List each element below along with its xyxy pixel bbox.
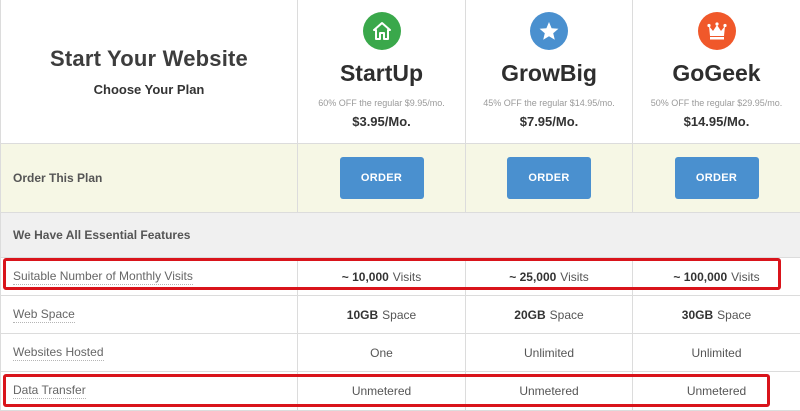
page-title: Start Your Website: [50, 46, 248, 71]
feature-value: 10GB Space: [298, 296, 466, 334]
plan-name: GrowBig: [501, 60, 597, 86]
feature-value: Unmetered: [466, 372, 633, 411]
plan-name: GoGeek: [672, 60, 761, 86]
plan-name: StartUp: [339, 60, 424, 86]
order-cell-gogeek: ORDER: [633, 144, 800, 213]
home-icon: [362, 12, 401, 50]
star-icon: [530, 12, 568, 50]
plan-discount-note: 50% OFF the regular $29.95/mo.: [650, 98, 783, 108]
plan-startup: StartUp 60% OFF the regular $9.95/mo. $3…: [298, 0, 466, 144]
plan-price: $3.95/Mo.: [352, 114, 411, 129]
plan-gogeek: GoGeek 50% OFF the regular $29.95/mo. $1…: [633, 0, 800, 144]
order-gogeek-button[interactable]: ORDER: [674, 157, 759, 199]
order-row-label: Order This Plan: [1, 144, 298, 213]
pricing-table: Start Your Website Choose Your Plan Star…: [0, 0, 800, 411]
feature-value: ~ 25,000 Visits: [466, 258, 633, 296]
plan-growbig: GrowBig 45% OFF the regular $14.95/mo. $…: [466, 0, 633, 144]
feature-value: 30GB Space: [633, 296, 800, 334]
order-growbig-button[interactable]: ORDER: [507, 157, 591, 199]
feature-value: Unmetered: [298, 372, 466, 411]
feature-value: ~ 100,000 Visits: [633, 258, 800, 296]
order-cell-growbig: ORDER: [466, 144, 633, 213]
order-cell-startup: ORDER: [298, 144, 466, 213]
order-startup-button[interactable]: ORDER: [339, 157, 424, 199]
feature-label-web-space[interactable]: Web Space: [1, 296, 298, 334]
plan-discount-note: 60% OFF the regular $9.95/mo.: [318, 98, 445, 108]
page-subtitle: Choose Your Plan: [93, 82, 205, 97]
feature-value: 20GB Space: [466, 296, 633, 334]
feature-label-websites-hosted[interactable]: Websites Hosted: [1, 334, 298, 372]
pricing-header: Start Your Website Choose Your Plan: [1, 0, 298, 144]
feature-value: Unlimited: [466, 334, 633, 372]
plan-price: $14.95/Mo.: [683, 114, 750, 129]
crown-icon: [697, 12, 736, 50]
feature-value: One: [298, 334, 466, 372]
features-header: We Have All Essential Features: [1, 213, 800, 258]
feature-label-monthly-visits[interactable]: Suitable Number of Monthly Visits: [1, 258, 298, 296]
plan-discount-note: 45% OFF the regular $14.95/mo.: [483, 98, 615, 108]
plan-price: $7.95/Mo.: [519, 114, 579, 129]
feature-value: Unlimited: [633, 334, 800, 372]
feature-value: ~ 10,000 Visits: [298, 258, 466, 296]
feature-label-data-transfer[interactable]: Data Transfer: [1, 372, 298, 411]
feature-value: Unmetered: [633, 372, 800, 411]
